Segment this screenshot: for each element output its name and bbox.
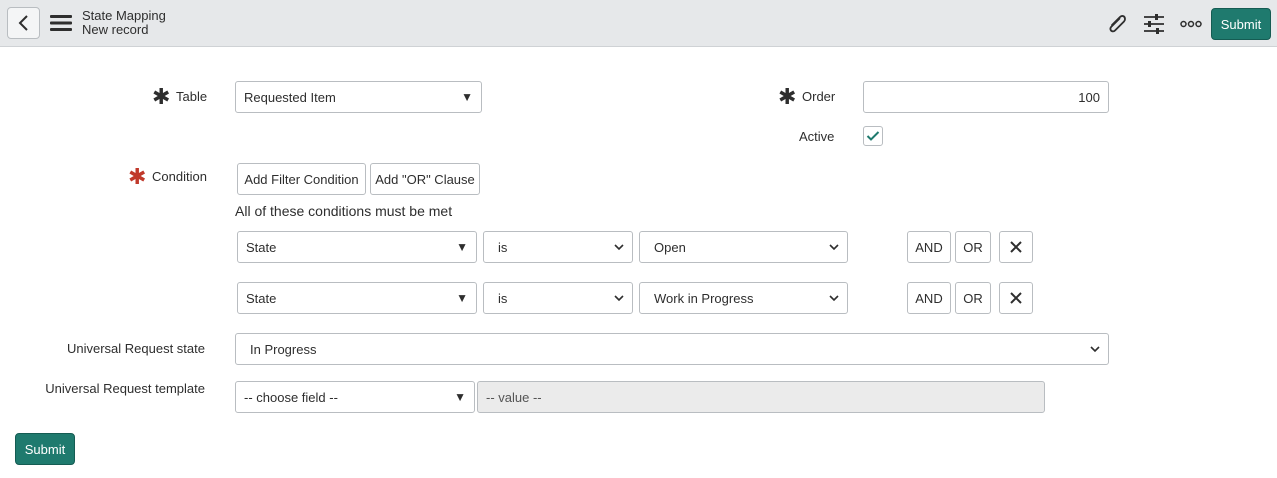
universal-request-template-label: Universal Request template [45,381,205,396]
required-icon: ✱ [152,84,171,109]
add-or-clause-button[interactable]: Add "OR" Clause [370,163,480,195]
condition-field-select[interactable]: State ▼ [237,231,477,263]
settings-sliders-icon[interactable] [1142,12,1166,36]
form-header: State Mapping New record Submit [0,0,1277,47]
caret-down-icon: ▼ [456,291,468,305]
submit-button[interactable]: Submit [15,433,75,465]
template-field-placeholder: -- choose field -- [244,389,338,405]
universal-request-state-select[interactable]: In Progress [235,333,1109,365]
condition-label: Condition [152,169,207,184]
order-input[interactable]: 100 [863,81,1109,113]
table-label: Table [176,89,208,104]
condition-field-value: State [246,290,277,306]
chevron-down-icon [1090,345,1100,352]
more-icon[interactable] [1180,14,1202,34]
add-filter-condition-button[interactable]: Add Filter Condition [237,163,366,195]
caret-down-icon: ▼ [454,390,466,404]
back-button[interactable] [7,7,40,39]
checkmark-icon [866,131,880,141]
required-icon: ✱ [128,164,147,189]
table-value: Requested Item [244,89,336,105]
condition-operator-value: is [498,239,508,255]
condition-operator-select[interactable]: is [483,231,633,263]
table-select[interactable]: Requested Item ▼ [235,81,482,113]
paperclip-icon[interactable] [1105,12,1129,36]
caret-down-icon: ▼ [461,90,473,104]
chevron-down-icon [614,294,624,301]
condition-value: Open [654,239,686,255]
close-icon [1010,241,1022,253]
back-icon [18,15,28,31]
chevron-down-icon [829,243,839,250]
condition-field-value: State [246,239,277,255]
condition-operator-select[interactable]: is [483,282,633,314]
close-icon [1010,292,1022,304]
universal-request-state-label: Universal Request state [66,341,205,356]
condition-field-select[interactable]: State ▼ [237,282,477,314]
order-label: Order [802,89,836,104]
active-checkbox[interactable] [863,126,883,146]
condition-heading: All of these conditions must be met [235,203,453,219]
universal-request-state-value: In Progress [250,341,317,357]
template-value-placeholder: -- value -- [486,389,542,405]
and-button[interactable]: AND [907,282,951,314]
chevron-down-icon [829,294,839,301]
template-value-input: -- value -- [477,381,1045,413]
menu-icon[interactable] [50,13,72,33]
chevron-down-icon [614,243,624,250]
record-title: State Mapping [82,8,166,23]
condition-value-select[interactable]: Work in Progress [639,282,848,314]
condition-value-select[interactable]: Open [639,231,848,263]
remove-condition-button[interactable] [999,282,1033,314]
and-button[interactable]: AND [907,231,951,263]
condition-value: Work in Progress [654,290,754,306]
or-button[interactable]: OR [955,282,991,314]
condition-operator-value: is [498,290,508,306]
or-button[interactable]: OR [955,231,991,263]
active-label: Active [799,129,835,144]
remove-condition-button[interactable] [999,231,1033,263]
required-icon: ✱ [778,84,797,109]
template-field-select[interactable]: -- choose field -- ▼ [235,381,475,413]
record-subtitle: New record [82,22,149,37]
caret-down-icon: ▼ [456,240,468,254]
header-submit-button[interactable]: Submit [1211,8,1271,40]
